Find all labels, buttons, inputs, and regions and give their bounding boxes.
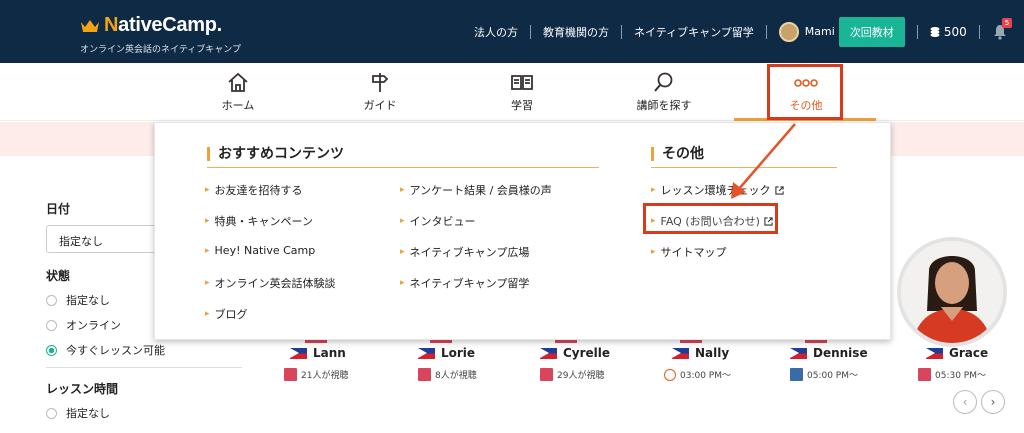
pointer-arrow-icon [731, 123, 796, 199]
